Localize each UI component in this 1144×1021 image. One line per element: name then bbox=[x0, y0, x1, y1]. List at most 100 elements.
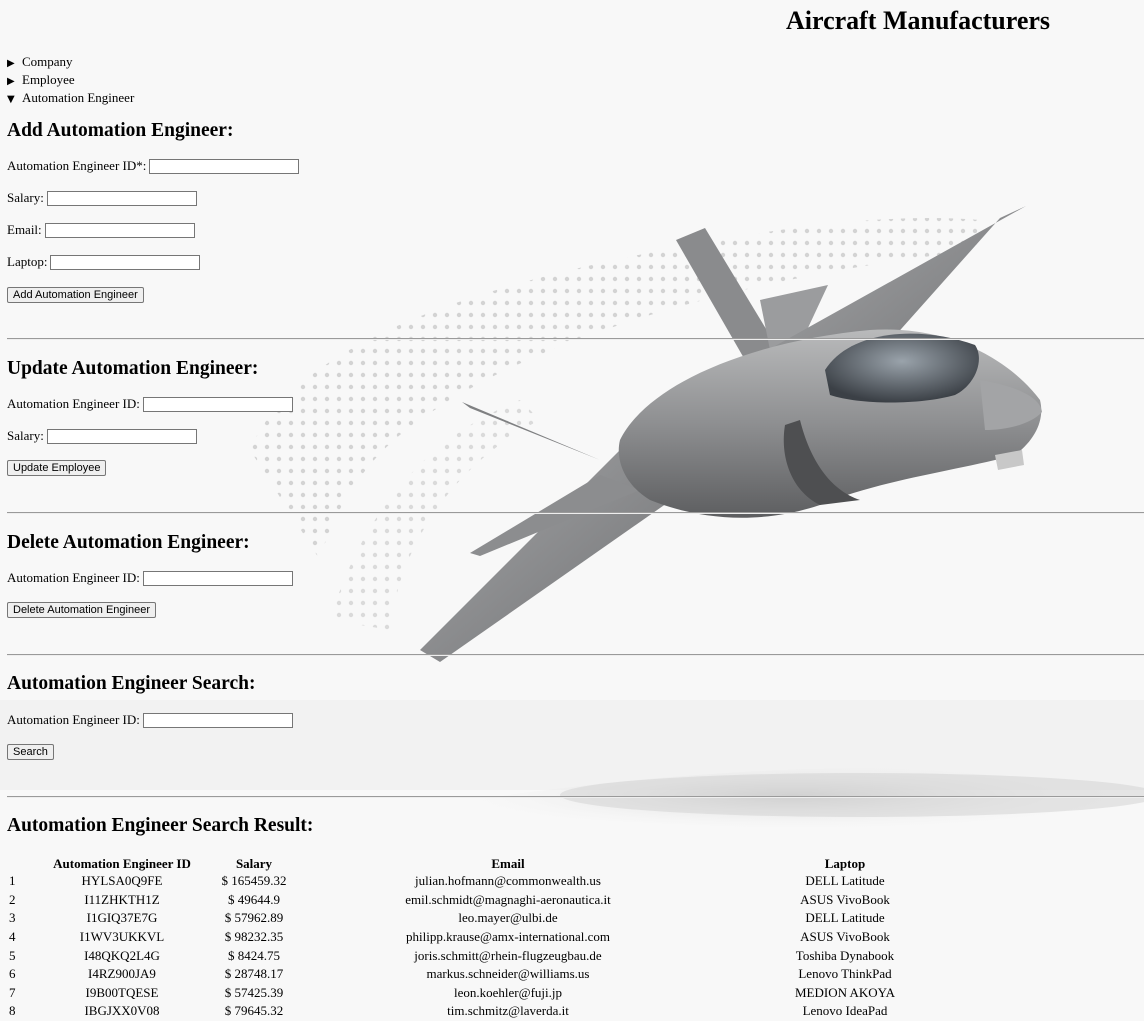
search-section-title: Automation Engineer Search: bbox=[7, 673, 256, 694]
update-id-label: Automation Engineer ID: bbox=[7, 396, 140, 411]
update-section-title: Update Automation Engineer: bbox=[7, 358, 259, 379]
salary-cell: $ 49644.9 bbox=[228, 891, 280, 907]
page-title: Aircraft Manufacturers bbox=[786, 6, 1051, 35]
add-section-title: Add Automation Engineer: bbox=[7, 120, 234, 141]
laptop-cell: MEDION AKOYA bbox=[794, 984, 896, 1000]
nav-item-employee[interactable]: ▶ Employee bbox=[7, 72, 134, 90]
laptop-cell: Toshiba Dynabook bbox=[795, 947, 895, 963]
results-title: Automation Engineer Search Result: bbox=[7, 815, 314, 836]
add-salary-field: Salary: bbox=[7, 190, 197, 206]
add-salary-label: Salary: bbox=[7, 190, 44, 205]
search-id-label: Automation Engineer ID: bbox=[7, 712, 140, 727]
laptop-cell: Lenovo IdeaPad bbox=[802, 1003, 888, 1019]
nav-item-label: Company bbox=[22, 54, 73, 69]
divider bbox=[7, 796, 1144, 798]
add-laptop-label: Laptop: bbox=[7, 254, 48, 269]
update-salary-label: Salary: bbox=[7, 428, 44, 443]
laptop-cell: DELL Latitude bbox=[805, 873, 885, 889]
add-id-input[interactable] bbox=[149, 158, 300, 174]
add-email-field: Email: bbox=[7, 222, 195, 238]
email-cell: leon.koehler@fuji.jp bbox=[454, 984, 562, 1000]
salary-cell: $ 57962.89 bbox=[224, 910, 284, 926]
row-index: 6 bbox=[9, 966, 16, 982]
results-table: Automation Engineer ID Salary Email Lapt… bbox=[5, 855, 980, 1021]
update-employee-button[interactable]: Update Employee bbox=[7, 460, 107, 476]
row-index: 7 bbox=[9, 984, 16, 1000]
nav-item-automation-engineer[interactable]: ▼ Automation Engineer bbox=[7, 90, 134, 108]
engineer-id-cell: I9B00TQESE bbox=[85, 984, 159, 1000]
row-index: 4 bbox=[9, 929, 16, 945]
delete-section-title: Delete Automation Engineer: bbox=[7, 532, 250, 553]
update-salary-field: Salary: bbox=[7, 428, 197, 444]
divider bbox=[7, 338, 1144, 340]
salary-cell: $ 79645.32 bbox=[224, 1003, 284, 1019]
table-row: 6 I4RZ900JA9 $ 28748.17 markus.schneider… bbox=[5, 965, 980, 984]
email-cell: julian.hofmann@commonwealth.us bbox=[415, 873, 601, 889]
laptop-cell: ASUS VivoBook bbox=[800, 929, 890, 945]
row-index: 8 bbox=[9, 1003, 16, 1019]
column-header-index bbox=[5, 855, 42, 872]
laptop-cell: DELL Latitude bbox=[805, 910, 885, 926]
engineer-id-cell: IBGJXX0V08 bbox=[84, 1003, 160, 1019]
results-header-row: Automation Engineer ID Salary Email Lapt… bbox=[5, 855, 980, 872]
row-index: 5 bbox=[9, 947, 16, 963]
row-index: 3 bbox=[9, 910, 16, 926]
engineer-id-cell: I4RZ900JA9 bbox=[88, 966, 156, 982]
caret-down-icon: ▼ bbox=[7, 94, 15, 105]
nav-menu: ▶ Company ▶ Employee ▼ Automation Engineer bbox=[7, 54, 134, 108]
add-email-input[interactable] bbox=[44, 222, 195, 238]
email-cell: emil.schmidt@magnaghi-aeronautica.it bbox=[405, 891, 611, 907]
email-cell: markus.schneider@williams.us bbox=[426, 966, 590, 982]
table-row: 2 I11ZHKTH1Z $ 49644.9 emil.schmidt@magn… bbox=[5, 891, 980, 910]
row-index: 2 bbox=[9, 891, 16, 907]
nav-item-label: Employee bbox=[22, 72, 75, 87]
laptop-cell: ASUS VivoBook bbox=[800, 891, 890, 907]
salary-cell: $ 57425.39 bbox=[224, 984, 284, 1000]
add-automation-engineer-button[interactable]: Add Automation Engineer bbox=[7, 287, 144, 303]
update-id-input[interactable] bbox=[142, 396, 293, 412]
delete-id-field: Automation Engineer ID: bbox=[7, 570, 293, 586]
engineer-id-cell: I11ZHKTH1Z bbox=[84, 891, 160, 907]
email-cell: leo.mayer@ulbi.de bbox=[458, 910, 558, 926]
add-salary-input[interactable] bbox=[46, 190, 197, 206]
email-cell: joris.schmitt@rhein-flugzeugbau.de bbox=[414, 947, 602, 963]
update-salary-input[interactable] bbox=[46, 428, 197, 444]
caret-right-icon: ▶ bbox=[7, 76, 15, 87]
laptop-cell: Lenovo ThinkPad bbox=[798, 966, 892, 982]
delete-automation-engineer-button[interactable]: Delete Automation Engineer bbox=[7, 602, 156, 618]
column-header-laptop: Laptop bbox=[824, 855, 866, 871]
email-cell: tim.schmitz@laverda.it bbox=[447, 1003, 569, 1019]
nav-item-label: Automation Engineer bbox=[22, 90, 135, 105]
add-laptop-input[interactable] bbox=[50, 254, 201, 270]
table-row: 3 I1GIQ37E7G $ 57962.89 leo.mayer@ulbi.d… bbox=[5, 909, 980, 928]
row-index: 1 bbox=[9, 873, 16, 889]
table-row: 1 HYLSA0Q9FE $ 165459.32 julian.hofmann@… bbox=[5, 872, 980, 891]
divider bbox=[7, 512, 1144, 514]
nav-item-company[interactable]: ▶ Company bbox=[7, 54, 134, 72]
engineer-id-cell: I48QKQ2L4G bbox=[84, 947, 160, 963]
add-id-label: Automation Engineer ID*: bbox=[7, 158, 147, 173]
table-row: 7 I9B00TQESE $ 57425.39 leon.koehler@fuj… bbox=[5, 984, 980, 1003]
delete-id-label: Automation Engineer ID: bbox=[7, 570, 140, 585]
update-id-field: Automation Engineer ID: bbox=[7, 396, 293, 412]
column-header-id: Automation Engineer ID bbox=[53, 855, 191, 871]
email-cell: philipp.krause@amx-international.com bbox=[405, 929, 611, 945]
table-row: 4 I1WV3UKKVL $ 98232.35 philipp.krause@a… bbox=[5, 928, 980, 947]
engineer-id-cell: I1WV3UKKVL bbox=[79, 929, 165, 945]
search-id-input[interactable] bbox=[142, 712, 293, 728]
column-header-salary: Salary bbox=[235, 855, 273, 871]
divider bbox=[7, 654, 1144, 656]
add-laptop-field: Laptop: bbox=[7, 254, 201, 270]
engineer-id-cell: HYLSA0Q9FE bbox=[81, 873, 163, 889]
table-row: 8 IBGJXX0V08 $ 79645.32 tim.schmitz@lave… bbox=[5, 1002, 980, 1021]
add-email-label: Email: bbox=[7, 222, 42, 237]
column-header-email: Email bbox=[491, 855, 525, 871]
search-button[interactable]: Search bbox=[7, 744, 54, 760]
engineer-id-cell: I1GIQ37E7G bbox=[86, 910, 158, 926]
caret-right-icon: ▶ bbox=[7, 58, 15, 69]
delete-id-input[interactable] bbox=[142, 570, 293, 586]
salary-cell: $ 98232.35 bbox=[224, 929, 284, 945]
salary-cell: $ 165459.32 bbox=[221, 873, 287, 889]
salary-cell: $ 8424.75 bbox=[228, 947, 280, 963]
table-row: 5 I48QKQ2L4G $ 8424.75 joris.schmitt@rhe… bbox=[5, 946, 980, 965]
